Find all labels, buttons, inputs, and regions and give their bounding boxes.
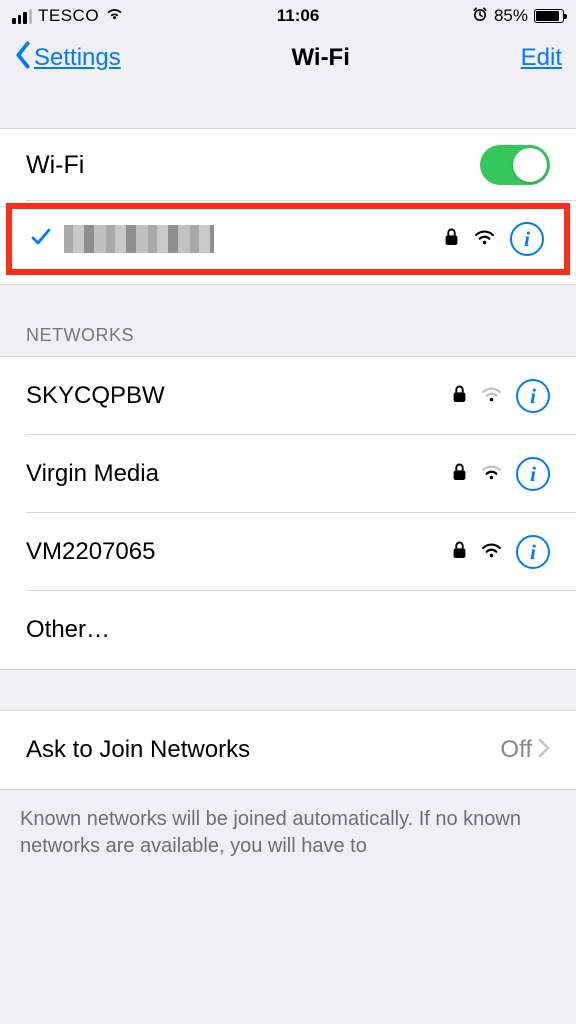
info-button[interactable]: i [516, 379, 550, 413]
other-network-row[interactable]: Other… [0, 591, 576, 669]
wifi-signal-icon [480, 385, 503, 408]
network-row[interactable]: Virgin Media i [0, 435, 576, 513]
status-left: TESCO [12, 6, 124, 26]
toggle-knob [513, 148, 547, 182]
lock-icon [452, 540, 467, 565]
networks-section-header: NETWORKS [0, 285, 576, 356]
page-title: Wi-Fi [291, 44, 349, 72]
network-row[interactable]: SKYCQPBW i [0, 357, 576, 435]
connected-network-row[interactable]: i [12, 209, 564, 269]
network-icons: i [452, 535, 550, 569]
wifi-signal-icon [473, 228, 496, 251]
wifi-toggle-section: Wi-Fi i [0, 128, 576, 285]
chevron-right-icon [538, 738, 550, 763]
wifi-toggle-row: Wi-Fi [0, 129, 576, 201]
network-name: Virgin Media [26, 460, 452, 488]
ask-to-join-section: Ask to Join Networks Off [0, 710, 576, 790]
network-row[interactable]: VM2207065 i [0, 513, 576, 591]
info-button[interactable]: i [516, 457, 550, 491]
battery-percentage: 85% [494, 6, 528, 26]
connected-network-icons: i [444, 222, 544, 256]
status-right: 85% [472, 6, 564, 27]
back-button[interactable]: Settings [14, 41, 121, 76]
network-name: SKYCQPBW [26, 382, 452, 410]
connected-network-highlight: i [6, 203, 570, 275]
chevron-left-icon [14, 41, 32, 76]
wifi-toggle[interactable] [480, 145, 550, 185]
carrier-label: TESCO [38, 6, 99, 26]
status-time: 11:06 [277, 6, 320, 26]
back-label: Settings [34, 44, 121, 72]
info-button[interactable]: i [516, 535, 550, 569]
networks-list: SKYCQPBW i Virgin Media i VM2207065 i Ot… [0, 356, 576, 670]
wifi-status-icon [105, 6, 124, 26]
other-label: Other… [26, 616, 550, 644]
battery-fill [536, 11, 559, 21]
battery-icon [534, 9, 564, 23]
edit-button[interactable]: Edit [521, 44, 562, 72]
footer-description: Known networks will be joined automatica… [0, 790, 576, 860]
lock-icon [444, 227, 459, 252]
wifi-signal-icon [480, 463, 503, 486]
alarm-icon [472, 6, 488, 27]
info-button[interactable]: i [510, 222, 544, 256]
network-icons: i [452, 457, 550, 491]
status-bar: TESCO 11:06 85% [0, 0, 576, 28]
network-icons: i [452, 379, 550, 413]
connected-network-name-redacted [64, 225, 214, 253]
lock-icon [452, 462, 467, 487]
ask-value: Off [500, 736, 532, 764]
cellular-signal-icon [12, 9, 32, 24]
ask-label: Ask to Join Networks [26, 736, 500, 764]
network-name: VM2207065 [26, 538, 452, 566]
nav-bar: Settings Wi-Fi Edit [0, 28, 576, 88]
checkmark-icon [30, 226, 52, 253]
wifi-toggle-label: Wi-Fi [26, 151, 480, 180]
lock-icon [452, 384, 467, 409]
wifi-signal-icon [480, 541, 503, 564]
ask-to-join-row[interactable]: Ask to Join Networks Off [0, 711, 576, 789]
